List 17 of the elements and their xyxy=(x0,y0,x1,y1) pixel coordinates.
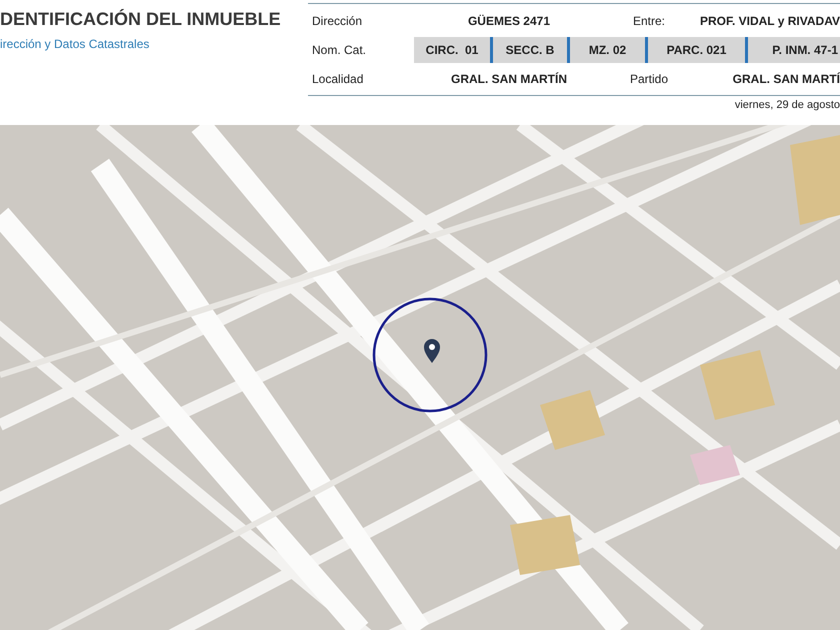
field-value: GRAL. SAN MARTÍ xyxy=(732,72,840,86)
field-value: PROF. VIDAL y RIVADAV xyxy=(700,14,840,28)
field-label: Partido xyxy=(630,72,668,86)
report-date: viernes, 29 de agosto xyxy=(734,99,840,111)
field-label: Dirección xyxy=(311,14,364,28)
cadastral-cell: P. INM. 47-1 xyxy=(745,36,840,62)
report-title: DENTIFICACIÓN DEL INMUEBLE xyxy=(0,8,282,30)
field-label: Nom. Cat. xyxy=(311,42,368,56)
section-subtitle: irección y Datos Catastrales xyxy=(0,37,150,51)
field-value: GRAL. SAN MARTÍN xyxy=(451,72,567,86)
field-value: GÜEMES 2471 xyxy=(468,14,550,28)
field-label: Localidad xyxy=(311,72,364,86)
field-label: Entre: xyxy=(632,14,665,28)
cadastral-cell: CIRC. 01 xyxy=(414,36,490,62)
cadastral-cell: MZ. 02 xyxy=(567,36,645,62)
cadastral-cell: PARC. 021 xyxy=(645,36,745,62)
cadastral-cell: SECC. B xyxy=(490,36,567,62)
